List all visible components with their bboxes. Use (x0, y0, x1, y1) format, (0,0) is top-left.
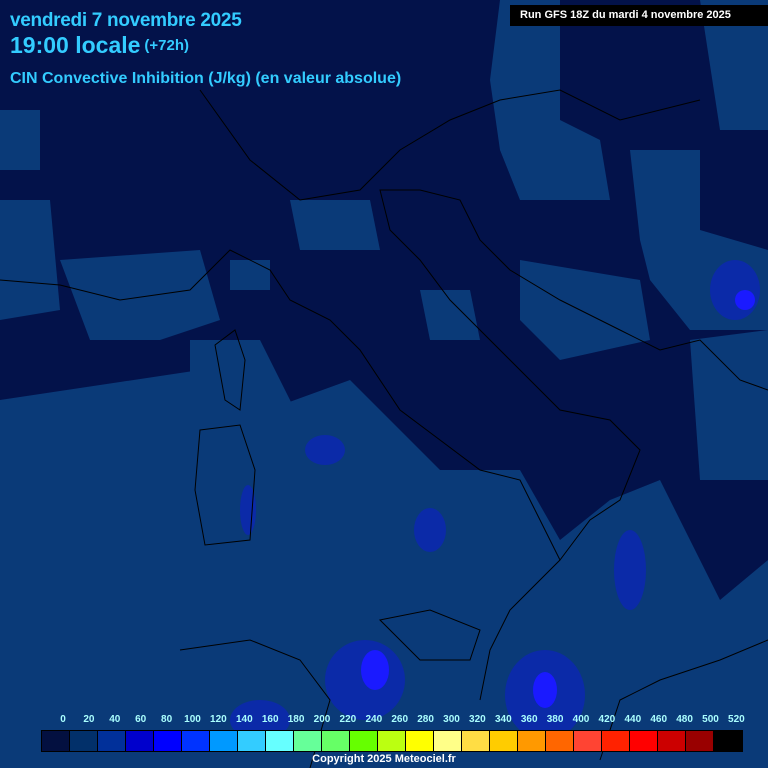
legend-label: 200 (313, 714, 331, 725)
legend-labels: 0 20 40 60 80 100 120 140 160 180 200 220 240 260 280 3… (0, 714, 768, 728)
legend-swatch (546, 731, 574, 751)
legend-swatch (42, 731, 70, 751)
legend-swatch (630, 731, 658, 751)
legend-swatch (98, 731, 126, 751)
cin-map (0, 0, 768, 768)
legend-swatch (714, 731, 742, 751)
legend-label: 480 (676, 714, 693, 725)
legend-label: 520 (728, 714, 745, 725)
lead-time: (+72h) (144, 37, 190, 54)
legend-label: 380 (546, 714, 564, 725)
legend-swatch (266, 731, 294, 751)
legend-swatch (322, 731, 350, 751)
legend-swatch (518, 731, 546, 751)
legend-label: 360 (520, 714, 538, 725)
legend-label: 240 (365, 714, 383, 725)
legend-swatch (378, 731, 406, 751)
legend-swatch (126, 731, 154, 751)
legend-label: 440 (624, 714, 642, 725)
run-info: Run GFS 18Z du mardi 4 novembre 2025 (510, 5, 768, 26)
legend-colorbar (41, 730, 743, 752)
copyright: Copyright 2025 Meteociel.fr (312, 753, 456, 765)
legend-label: 140 (235, 714, 253, 725)
legend-swatch (350, 731, 378, 751)
forecast-time: 19:00 locale (+72h) (10, 32, 189, 59)
legend-label: 20 (83, 714, 95, 725)
local-time: 19:00 locale (10, 32, 141, 58)
legend-swatch (490, 731, 518, 751)
legend-swatch (154, 731, 182, 751)
legend-label: 460 (650, 714, 668, 725)
forecast-date: vendredi 7 novembre 2025 (10, 10, 242, 31)
legend-label: 160 (261, 714, 279, 725)
legend-swatch (462, 731, 490, 751)
legend-label: 280 (417, 714, 434, 725)
legend-swatch (294, 731, 322, 751)
legend-label: 220 (339, 714, 357, 725)
legend-label: 500 (702, 714, 719, 725)
legend-label: 180 (287, 714, 305, 725)
legend-swatch (602, 731, 630, 751)
legend-swatch (686, 731, 714, 751)
legend-label: 40 (109, 714, 121, 725)
legend-label: 300 (443, 714, 460, 725)
legend-label: 400 (572, 714, 590, 725)
legend-swatch (210, 731, 238, 751)
legend-swatch (238, 731, 266, 751)
legend-label: 80 (161, 714, 173, 725)
legend-swatch (574, 731, 602, 751)
legend-swatch (434, 731, 462, 751)
legend-swatch (70, 731, 98, 751)
legend-label: 260 (391, 714, 409, 725)
legend-swatch (406, 731, 434, 751)
legend-label: 60 (135, 714, 147, 725)
parameter-title: CIN Convective Inhibition (J/kg) (en val… (10, 70, 402, 87)
legend-label: 120 (210, 714, 227, 725)
legend-label: 320 (469, 714, 486, 725)
legend-swatch (658, 731, 686, 751)
legend-label: 420 (598, 714, 616, 725)
legend-swatch (182, 731, 210, 751)
legend-label: 100 (184, 714, 201, 725)
legend-label: 340 (494, 714, 512, 725)
legend-label: 0 (60, 714, 66, 725)
